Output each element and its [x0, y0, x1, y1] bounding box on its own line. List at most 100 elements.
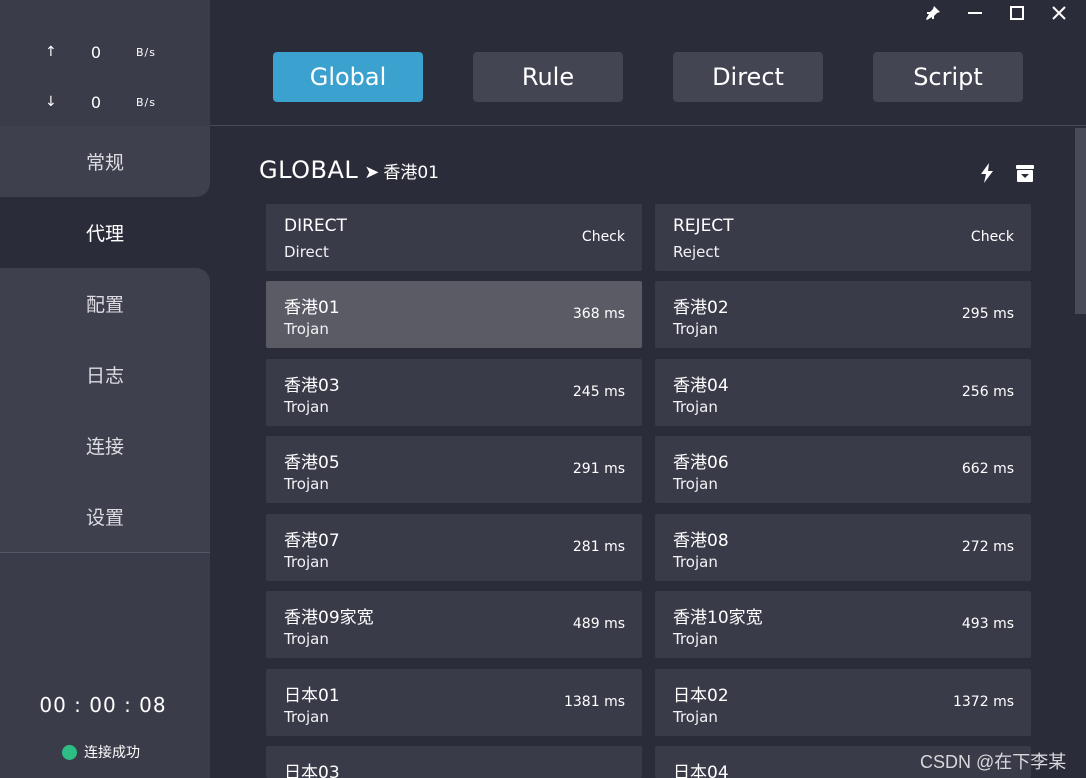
mode-global-button[interactable]: Global — [273, 52, 423, 102]
sidebar-item-logs[interactable]: 日志 — [0, 339, 210, 410]
upload-arrow-icon: ↑ — [45, 44, 57, 60]
sidebar-item-profiles[interactable]: 配置 — [0, 268, 210, 339]
group-selected-proxy: 香港01 — [383, 163, 439, 183]
maximize-icon[interactable] — [996, 0, 1038, 26]
collapse-box-icon[interactable] — [1014, 162, 1036, 184]
scrollbar-thumb[interactable] — [1075, 128, 1086, 314]
close-icon[interactable] — [1038, 0, 1080, 26]
proxy-card[interactable]: DIRECT Direct Check — [266, 204, 642, 271]
proxy-delay[interactable]: 662 ms — [962, 461, 1014, 477]
proxy-card[interactable]: 香港04 Trojan 256 ms — [655, 359, 1031, 426]
proxy-type: Reject — [673, 243, 720, 261]
mode-bar: Global Rule Direct Script — [210, 28, 1086, 126]
proxy-type: Trojan — [284, 398, 329, 416]
arrow-right-icon: ➤ — [364, 162, 380, 183]
watermark: CSDN @在下李某 — [920, 752, 1067, 772]
upload-value: 0 — [90, 42, 102, 62]
proxy-name: 香港10家宽 — [673, 608, 763, 628]
proxy-name: 香港06 — [673, 453, 729, 473]
proxy-delay[interactable]: 256 ms — [962, 384, 1014, 400]
status-dot-icon — [62, 744, 77, 760]
proxy-name: 日本03 — [284, 763, 340, 778]
proxy-type: Direct — [284, 243, 329, 261]
proxy-type: Trojan — [673, 320, 718, 338]
traffic-panel: ↑ 0 B/s ↓ 0 B/s — [0, 28, 210, 126]
connection-timer: 00 : 00 : 08 — [39, 693, 167, 717]
download-value: 0 — [90, 92, 102, 112]
proxy-delay[interactable]: 281 ms — [573, 539, 625, 555]
connection-status-label: 连接成功 — [84, 745, 140, 761]
proxy-type: Trojan — [673, 398, 718, 416]
proxy-delay[interactable]: 272 ms — [962, 539, 1014, 555]
proxy-name: REJECT — [673, 216, 734, 236]
proxy-type: Trojan — [284, 475, 329, 493]
proxy-name: 香港07 — [284, 531, 340, 551]
lightning-icon[interactable] — [976, 162, 998, 184]
proxy-type: Trojan — [284, 630, 329, 648]
proxy-card[interactable]: REJECT Reject Check — [655, 204, 1031, 271]
proxy-delay[interactable]: 295 ms — [962, 306, 1014, 322]
proxy-name: 香港02 — [673, 298, 729, 318]
upload-speed: ↑ 0 B/s — [0, 32, 210, 72]
proxy-card[interactable]: 香港08 Trojan 272 ms — [655, 514, 1031, 581]
proxy-card[interactable]: 香港10家宽 Trojan 493 ms — [655, 591, 1031, 658]
sidebar-item-proxies[interactable]: 代理 — [0, 197, 210, 268]
proxy-type: Trojan — [673, 630, 718, 648]
proxy-card[interactable]: 日本02 Trojan 1372 ms — [655, 669, 1031, 736]
mode-rule-button[interactable]: Rule — [473, 52, 623, 102]
app-window: ↑ 0 B/s ↓ 0 B/s 常规 代理 配置 日志 连接 设置 00 : 0… — [0, 0, 1086, 778]
mode-direct-button[interactable]: Direct — [673, 52, 823, 102]
proxy-card[interactable]: 香港05 Trojan 291 ms — [266, 436, 642, 503]
proxy-check-button[interactable]: Check — [582, 229, 625, 245]
proxy-delay[interactable]: 493 ms — [962, 616, 1014, 632]
proxy-card[interactable]: 香港09家宽 Trojan 489 ms — [266, 591, 642, 658]
proxy-type: Trojan — [284, 553, 329, 571]
proxy-card-selected[interactable]: 香港01 Trojan 368 ms — [266, 281, 642, 348]
upload-unit: B/s — [136, 45, 156, 59]
proxy-delay[interactable]: 291 ms — [573, 461, 625, 477]
proxy-type: Trojan — [673, 475, 718, 493]
proxy-card[interactable]: 香港07 Trojan 281 ms — [266, 514, 642, 581]
download-speed: ↓ 0 B/s — [0, 82, 210, 122]
proxy-name: 香港01 — [284, 298, 340, 318]
proxy-card[interactable]: 香港02 Trojan 295 ms — [655, 281, 1031, 348]
proxy-card[interactable]: 香港06 Trojan 662 ms — [655, 436, 1031, 503]
proxy-type: Trojan — [284, 320, 329, 338]
connection-status[interactable]: 连接成功 — [62, 742, 140, 762]
proxy-name: 香港03 — [284, 376, 340, 396]
proxy-delay[interactable]: 368 ms — [573, 306, 625, 322]
sidebar-item-general[interactable]: 常规 — [0, 126, 210, 197]
proxy-name: 香港04 — [673, 376, 729, 396]
proxy-name: 日本01 — [284, 686, 340, 706]
proxy-type: Trojan — [673, 708, 718, 726]
sidebar-item-settings[interactable]: 设置 — [0, 481, 210, 552]
sidebar-nav: 常规 代理 配置 日志 连接 设置 — [0, 126, 210, 552]
proxy-card[interactable]: 日本01 Trojan 1381 ms — [266, 669, 642, 736]
group-name: GLOBAL — [259, 156, 359, 184]
proxy-type: Trojan — [673, 553, 718, 571]
proxy-name: 香港08 — [673, 531, 729, 551]
proxy-name: 日本04 — [673, 763, 729, 778]
sidebar-divider — [0, 552, 210, 553]
proxy-delay[interactable]: 1372 ms — [953, 694, 1014, 710]
proxy-name: 香港09家宽 — [284, 608, 374, 628]
proxy-delay[interactable]: 1381 ms — [564, 694, 625, 710]
proxy-type: Trojan — [284, 708, 329, 726]
sidebar: ↑ 0 B/s ↓ 0 B/s 常规 代理 配置 日志 连接 设置 00 : 0… — [0, 0, 210, 778]
proxy-delay[interactable]: 245 ms — [573, 384, 625, 400]
proxy-name: 香港05 — [284, 453, 340, 473]
sidebar-item-connections[interactable]: 连接 — [0, 410, 210, 481]
proxy-name: 日本02 — [673, 686, 729, 706]
proxy-delay[interactable]: 489 ms — [573, 616, 625, 632]
proxy-check-button[interactable]: Check — [971, 229, 1014, 245]
download-unit: B/s — [136, 95, 156, 109]
proxy-name: DIRECT — [284, 216, 347, 236]
mode-script-button[interactable]: Script — [873, 52, 1023, 102]
pin-icon[interactable] — [912, 0, 954, 26]
proxy-card[interactable]: 日本03 — [266, 746, 642, 778]
proxy-card[interactable]: 香港03 Trojan 245 ms — [266, 359, 642, 426]
minimize-icon[interactable] — [954, 0, 996, 26]
download-arrow-icon: ↓ — [45, 94, 57, 110]
window-controls — [912, 0, 1080, 26]
group-header[interactable]: GLOBAL ➤ 香港01 — [259, 156, 439, 184]
